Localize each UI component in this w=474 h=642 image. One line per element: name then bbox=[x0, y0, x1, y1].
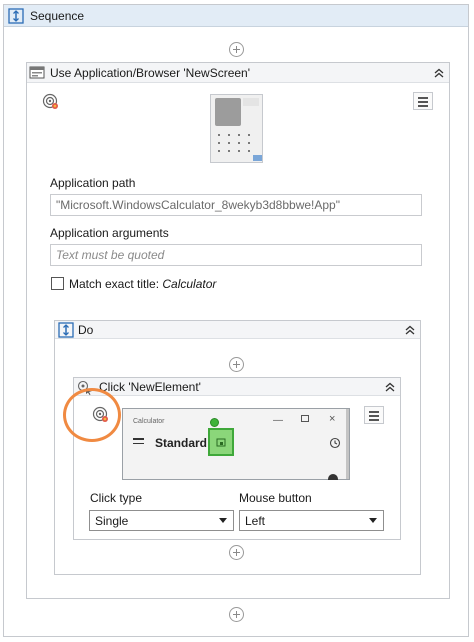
preview-scrollbar bbox=[346, 409, 349, 479]
anchor-indicator-icon bbox=[210, 418, 219, 427]
match-exact-title-label: Match exact title: Calculator bbox=[69, 277, 217, 291]
annotation-highlight-circle bbox=[63, 388, 121, 442]
options-menu-button[interactable] bbox=[364, 406, 384, 424]
chevron-down-icon bbox=[369, 518, 377, 523]
calc-menu-icon bbox=[133, 438, 144, 444]
hamburger-menu-icon bbox=[418, 97, 428, 99]
screen-thumbnail[interactable] bbox=[210, 94, 263, 163]
close-icon: × bbox=[329, 413, 336, 425]
do-title: Do bbox=[78, 323, 94, 337]
history-icon bbox=[329, 437, 341, 449]
collapse-chevron-icon[interactable] bbox=[433, 68, 445, 78]
mouse-button-label: Mouse button bbox=[239, 491, 312, 505]
application-path-label: Application path bbox=[50, 176, 136, 190]
add-activity-icon[interactable] bbox=[229, 42, 244, 57]
collapse-chevron-icon[interactable] bbox=[404, 325, 416, 335]
click-type-select[interactable]: Single bbox=[89, 510, 234, 531]
application-arguments-label: Application arguments bbox=[50, 226, 169, 240]
do-sequence-icon bbox=[58, 322, 74, 338]
mouse-button-select[interactable]: Left bbox=[239, 510, 384, 531]
hamburger-menu-icon bbox=[369, 411, 379, 413]
use-application-title: Use Application/Browser 'NewScreen' bbox=[50, 66, 251, 80]
collapse-chevron-icon[interactable] bbox=[384, 382, 396, 392]
chevron-down-icon bbox=[219, 518, 227, 523]
application-path-field[interactable]: "Microsoft.WindowsCalculator_8wekyb3d8bb… bbox=[50, 194, 422, 216]
add-activity-icon[interactable] bbox=[229, 545, 244, 560]
maximize-icon bbox=[301, 415, 309, 422]
match-exact-title-checkbox[interactable] bbox=[51, 277, 64, 290]
add-activity-icon[interactable] bbox=[229, 607, 244, 622]
sequence-title: Sequence bbox=[30, 9, 85, 23]
do-header[interactable] bbox=[55, 321, 420, 339]
click-type-label: Click type bbox=[90, 491, 143, 505]
preview-window-title: Calculator bbox=[133, 418, 165, 425]
preview-mode-label: Standard bbox=[155, 436, 208, 450]
target-icon[interactable] bbox=[42, 93, 60, 111]
keep-on-top-icon bbox=[216, 438, 226, 447]
sequence-icon bbox=[8, 8, 24, 24]
use-application-icon bbox=[29, 66, 45, 79]
click-activity-title: Click 'NewElement' bbox=[99, 380, 201, 394]
screen-thumbnail-image bbox=[211, 95, 262, 162]
application-arguments-field[interactable]: Text must be quoted bbox=[50, 244, 422, 266]
add-activity-icon[interactable] bbox=[229, 357, 244, 372]
options-menu-button[interactable] bbox=[413, 92, 433, 110]
minimize-icon: — bbox=[273, 415, 283, 426]
